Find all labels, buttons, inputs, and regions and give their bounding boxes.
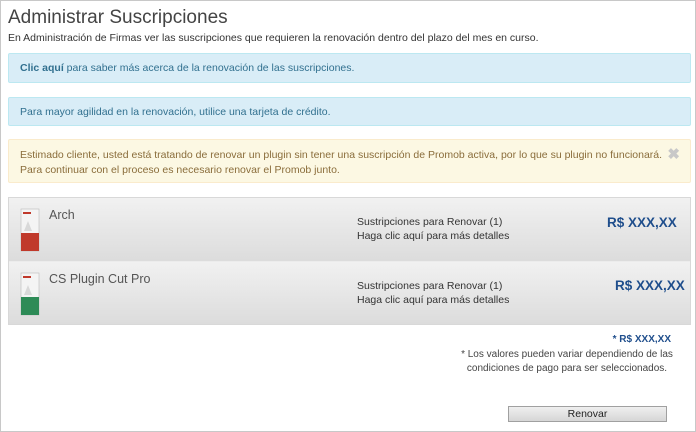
warning-line-2: Para continuar con el proceso es necesar… (20, 164, 340, 176)
product-name: Arch (49, 208, 75, 222)
product-box-icon (20, 208, 40, 252)
info-alert-credit-card: Para mayor agilidad en la renovación, ut… (8, 97, 691, 126)
product-price: R$ XXX,XX (615, 278, 685, 293)
info-alert-credit-card-text: Para mayor agilidad en la renovación, ut… (20, 105, 331, 118)
price-disclaimer: * Los valores pueden variar dependiendo … (461, 349, 673, 374)
info-alert-renewal-text: para saber más acerca de la renovación d… (63, 62, 355, 74)
warning-line-1: Estimado cliente, usted está tratando de… (20, 149, 663, 161)
page-frame: Administrar Suscripciones En Administrac… (0, 0, 696, 432)
product-name: CS Plugin Cut Pro (49, 272, 151, 286)
total-price: * R$ XXX,XX (612, 334, 671, 345)
renew-count: Sustripciones para Renovar (1) (357, 216, 503, 228)
close-icon[interactable]: ✖ (667, 147, 680, 162)
click-here-link[interactable]: Clic aquí (20, 62, 64, 74)
product-row-arch[interactable]: Arch Sustripciones para Renovar (1) Haga… (9, 198, 690, 261)
product-row-cs-plugin-cut-pro[interactable]: CS Plugin Cut Pro Sustripciones para Ren… (9, 261, 690, 324)
product-price: R$ XXX,XX (607, 215, 677, 230)
info-alert-renewal: Clic aquí para saber más acerca de la re… (8, 53, 691, 83)
product-info[interactable]: Sustripciones para Renovar (1) Haga clic… (357, 279, 509, 307)
renew-button[interactable]: Renovar (508, 406, 667, 422)
product-list: Arch Sustripciones para Renovar (1) Haga… (8, 197, 691, 325)
warning-alert: Estimado cliente, usted está tratando de… (8, 139, 691, 183)
renew-count: Sustripciones para Renovar (1) (357, 280, 503, 292)
product-box-icon (20, 272, 40, 316)
page-title: Administrar Suscripciones (8, 7, 228, 28)
details-link[interactable]: Haga clic aquí para más detalles (357, 229, 509, 243)
product-info[interactable]: Sustripciones para Renovar (1) Haga clic… (357, 215, 509, 243)
details-link[interactable]: Haga clic aquí para más detalles (357, 293, 509, 307)
page-subtitle: En Administración de Firmas ver las susc… (8, 32, 539, 44)
